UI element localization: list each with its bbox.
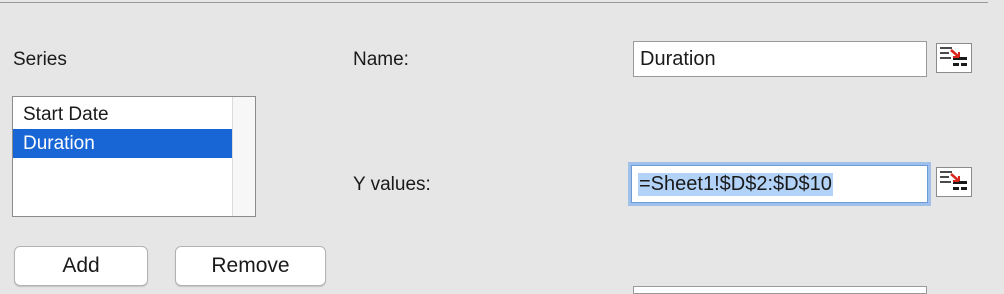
series-name-value: Duration [640, 47, 716, 70]
series-heading: Series [13, 49, 67, 70]
series-name-input[interactable]: Duration [633, 41, 927, 77]
range-select-icon [940, 47, 967, 66]
y-values-range-select-button[interactable] [936, 167, 972, 197]
divider-line [0, 2, 988, 3]
series-item-start-date[interactable]: Start Date [13, 100, 234, 129]
series-listbox[interactable]: Start Date Duration [12, 96, 256, 217]
y-values-formula: =Sheet1!$D$2:$D$10 [638, 172, 833, 196]
remove-series-button[interactable]: Remove [175, 246, 326, 286]
y-values-label: Y values: [353, 174, 431, 195]
series-list-scrollbar[interactable] [232, 97, 255, 216]
range-select-icon [940, 171, 967, 190]
add-series-button[interactable]: Add [14, 246, 148, 286]
next-field-edge [633, 286, 927, 294]
y-values-input[interactable]: =Sheet1!$D$2:$D$10 [631, 165, 928, 203]
name-range-select-button[interactable] [936, 43, 972, 73]
series-item-duration[interactable]: Duration [13, 129, 234, 158]
name-label: Name: [353, 49, 409, 70]
